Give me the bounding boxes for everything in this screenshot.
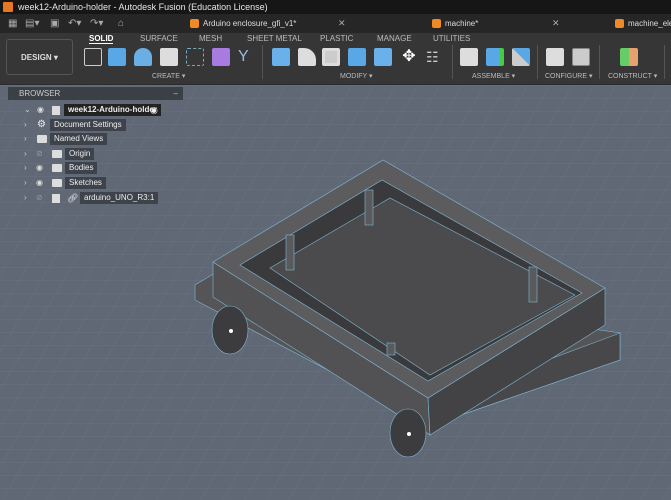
browser-panel-header: BROWSER – [8,87,183,100]
item-label: arduino_UNO_R3:1 [80,192,159,204]
tab-surface[interactable]: SURFACE [140,34,178,43]
shell-icon[interactable] [322,48,340,66]
close-tab-icon[interactable]: ✕ [552,14,560,33]
3d-viewport[interactable] [0,85,671,500]
chevron-right-icon[interactable]: › [24,119,27,131]
press-pull-icon[interactable] [272,48,290,66]
fillet-icon[interactable] [298,48,316,66]
component-icon [52,106,60,115]
tab-manage[interactable]: MANAGE [377,34,412,43]
folder-icon [52,164,62,172]
design-cube-icon [432,19,441,28]
browser-title: BROWSER [19,89,61,98]
component-icon [52,194,60,203]
configuration-table-icon[interactable] [572,48,590,66]
tab-machine[interactable]: machine* [432,14,478,33]
form-icon[interactable]: Y [238,48,256,66]
tab-label: machine_elec [628,19,671,28]
tab-mesh[interactable]: MESH [199,34,222,43]
eye-icon[interactable]: ◉ [36,177,43,189]
eye-icon[interactable]: ◉ [37,104,44,116]
divider [452,45,453,79]
offset-plane-icon[interactable] [620,48,638,66]
home-icon[interactable]: ⌂ [118,14,124,33]
folder-icon [37,135,47,143]
chevron-right-icon[interactable]: › [24,148,27,160]
eye-hidden-icon[interactable]: ⊘ [36,192,43,204]
chevron-right-icon[interactable]: › [24,192,27,204]
item-label: Document Settings [50,119,126,131]
move-icon[interactable]: ✥ [400,48,418,66]
new-component-icon[interactable] [212,48,230,66]
tab-solid[interactable]: SOLID [89,34,114,44]
chevron-right-icon[interactable]: › [24,177,27,189]
eye-hidden-icon[interactable]: ⊘ [36,148,43,160]
configure-icon[interactable] [546,48,564,66]
chevron-right-icon[interactable]: › [24,133,27,145]
split-body-icon[interactable] [374,48,392,66]
configure-menu[interactable]: CONFIGURE ▾ [545,72,592,80]
eye-icon[interactable]: ◉ [36,162,43,174]
tab-arduino-enclosure[interactable]: Arduino enclosure_gfi_v1* [190,14,296,33]
pattern-icon[interactable] [186,48,204,66]
item-label: Sketches [65,177,106,189]
link-icon: 🔗︎ [67,193,79,203]
active-radio-icon[interactable]: ◉ [150,104,158,116]
chevron-down-icon[interactable]: ⌄ [24,104,31,116]
enclosure-model[interactable] [194,159,621,458]
gear-icon: ⚙ [37,119,46,130]
save-icon[interactable]: ▣ [50,14,59,33]
tab-sheet-metal[interactable]: SHEET METAL [247,34,302,43]
file-menu-icon[interactable]: ▤▾ [25,14,39,33]
chevron-right-icon[interactable]: › [24,162,27,174]
modify-menu[interactable]: MODIFY ▾ [340,72,373,80]
joint-origin-icon[interactable] [512,48,530,66]
design-cube-icon [190,19,199,28]
window-title: week12-Arduino-holder - Autodesk Fusion … [18,2,268,12]
title-bar: week12-Arduino-holder - Autodesk Fusion … [0,0,671,14]
item-label: Origin [65,148,95,160]
construct-menu[interactable]: CONSTRUCT ▾ [608,72,657,80]
hole-icon[interactable] [160,48,178,66]
tab-label: Arduino enclosure_gfi_v1* [203,19,297,28]
folder-icon [52,179,62,187]
app-grid-icon[interactable]: ▦ [8,14,17,33]
collapse-panel-icon[interactable]: – [174,87,178,100]
extrude-icon[interactable] [108,48,126,66]
item-label: Bodies [65,162,98,174]
change-parameters-icon[interactable]: ☷ [426,48,444,66]
divider [664,45,665,79]
ribbon-toolbar: DESIGN ▾ SOLID SURFACE MESH SHEET METAL … [0,33,671,85]
divider [537,45,538,79]
create-menu[interactable]: CREATE ▾ [152,72,185,80]
tab-plastic[interactable]: PLASTIC [320,34,353,43]
combine-icon[interactable] [348,48,366,66]
assemble-menu[interactable]: ASSEMBLE ▾ [472,72,515,80]
document-tab-bar: ▦ ▤▾ ▣ ↶▾ ↷▾ ⌂ Arduino enclosure_gfi_v1*… [0,14,671,33]
divider [262,45,263,79]
create-sketch-icon[interactable] [84,48,102,66]
tab-machine-elec[interactable]: machine_elec [615,14,671,33]
item-label: Named Views [50,133,108,145]
undo-icon[interactable]: ↶▾ [68,14,81,33]
as-built-joint-icon[interactable] [486,48,504,66]
ground-grid [0,85,671,500]
close-tab-icon[interactable]: ✕ [338,14,346,33]
redo-icon[interactable]: ↷▾ [90,14,103,33]
workspace-dropdown[interactable]: DESIGN ▾ [6,39,73,75]
tab-utilities[interactable]: UTILITIES [433,34,470,43]
divider [599,45,600,79]
design-cube-icon [615,19,624,28]
revolve-icon[interactable] [134,48,152,66]
folder-icon [52,150,62,158]
root-label: week12-Arduino-holder [64,104,161,116]
tab-label: machine* [445,19,479,28]
fusion-logo-icon [3,2,13,12]
joint-icon[interactable] [460,48,478,66]
